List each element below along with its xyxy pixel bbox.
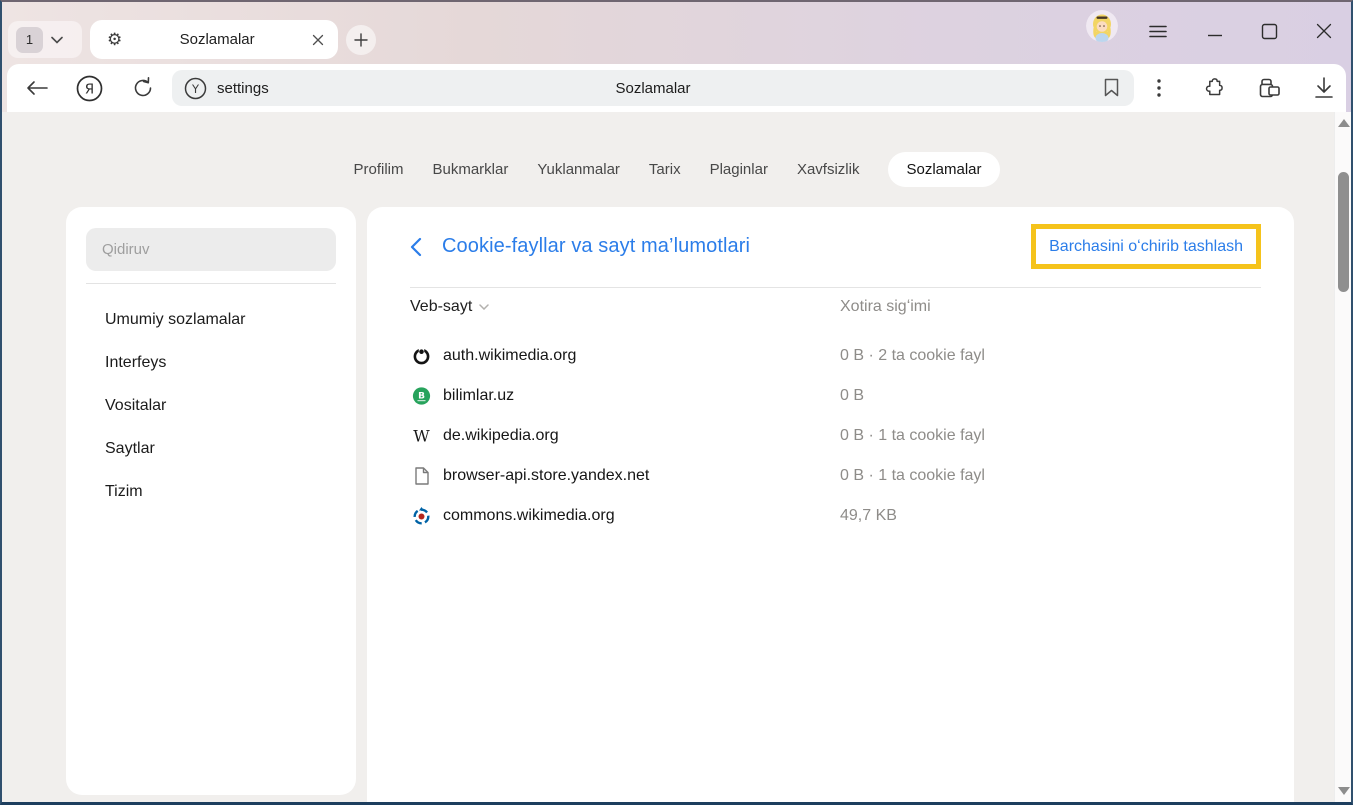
tab-list-chevron-icon[interactable] — [51, 36, 63, 44]
tab-profilim[interactable]: Profilim — [353, 152, 403, 187]
extensions-puzzle-icon[interactable] — [1192, 64, 1236, 112]
bookmark-icon[interactable] — [1103, 77, 1120, 98]
table-top-divider — [410, 287, 1261, 288]
tab-tarix[interactable]: Tarix — [649, 152, 681, 187]
column-size-label: Xotira sigʻimi — [840, 291, 931, 323]
url-text[interactable]: settings — [217, 80, 269, 97]
column-site-label: Veb-sayt — [410, 298, 472, 316]
column-site-sort[interactable]: Veb-sayt — [410, 291, 489, 323]
site-name: bilimlar.uz — [443, 387, 514, 405]
settings-page: Profilim Bukmarklar Yuklanmalar Tarix Pl… — [2, 112, 1351, 802]
sidebar-item-tizim[interactable]: Tizim — [66, 470, 356, 513]
tab-title: Sozlamalar — [122, 31, 312, 48]
cookies-panel: Cookie-fayllar va sayt ma’lumotlari Barc… — [367, 207, 1294, 802]
page-title: Cookie-fayllar va sayt ma’lumotlari — [442, 235, 750, 258]
settings-gear-icon: ⚙ — [107, 31, 122, 48]
site-size: 0 B · 2 ta cookie fayl — [840, 347, 985, 365]
tab-close-icon[interactable] — [312, 34, 324, 46]
site-size: 0 B — [840, 387, 864, 405]
back-button[interactable] — [15, 64, 59, 112]
table-row[interactable]: browser-api.store.yandex.net 0 B · 1 ta … — [367, 456, 1294, 496]
tab-counter[interactable]: 1 — [8, 21, 82, 58]
sort-chevron-icon — [479, 304, 489, 310]
sidebar-item-vositalar[interactable]: Vositalar — [66, 384, 356, 427]
site-name: auth.wikimedia.org — [443, 347, 576, 365]
svg-text:Y: Y — [191, 82, 200, 96]
table-row[interactable]: B bilimlar.uz 0 B — [367, 376, 1294, 416]
table-row[interactable]: auth.wikimedia.org 0 B · 2 ta cookie fay… — [367, 336, 1294, 376]
scroll-up-icon[interactable] — [1335, 116, 1352, 130]
table-header: Veb-sayt Xotira sigʻimi — [367, 291, 1294, 323]
commons-icon — [412, 507, 431, 526]
window-maximize-button[interactable] — [1252, 15, 1286, 47]
site-name: de.wikipedia.org — [443, 427, 559, 445]
site-size: 0 B · 1 ta cookie fayl — [840, 427, 985, 445]
downloads-icon[interactable] — [1302, 64, 1346, 112]
scrollbar-thumb[interactable] — [1338, 172, 1349, 292]
browser-menu-button[interactable] — [1141, 15, 1175, 47]
bilimlar-icon: B — [412, 387, 431, 406]
window-close-button[interactable] — [1307, 15, 1341, 47]
new-tab-button[interactable] — [346, 25, 376, 55]
page-scrollbar[interactable] — [1334, 112, 1351, 802]
tab-plaginlar[interactable]: Plaginlar — [710, 152, 768, 187]
reload-button[interactable] — [121, 64, 165, 112]
search-input[interactable] — [86, 228, 336, 271]
address-bar[interactable]: Y settings Sozlamalar — [172, 70, 1134, 106]
scroll-down-icon[interactable] — [1335, 784, 1352, 798]
active-browser-tab[interactable]: ⚙ Sozlamalar — [90, 20, 338, 59]
profile-avatar[interactable] — [1086, 10, 1118, 42]
table-row[interactable]: commons.wikimedia.org 49,7 KB — [367, 496, 1294, 536]
sidebar-items: Umumiy sozlamalar Interfeys Vositalar Sa… — [66, 298, 356, 513]
tab-sozlamalar[interactable]: Sozlamalar — [888, 152, 999, 187]
document-icon — [412, 467, 431, 486]
sidebar-item-saytlar[interactable]: Saytlar — [66, 427, 356, 470]
sidebar-item-interfeys[interactable]: Interfeys — [66, 341, 356, 384]
browser-window: 1 ⚙ Sozlamalar — [0, 0, 1353, 805]
wikipedia-icon: W — [412, 427, 431, 446]
tab-yuklanmalar[interactable]: Yuklanmalar — [537, 152, 620, 187]
site-size: 0 B · 1 ta cookie fayl — [840, 467, 985, 485]
clear-all-button[interactable]: Barchasini oʻchirib tashlash — [1031, 224, 1261, 269]
tab-count-badge[interactable]: 1 — [16, 27, 43, 53]
settings-nav-tabs: Profilim Bukmarklar Yuklanmalar Tarix Pl… — [2, 151, 1351, 188]
site-name: commons.wikimedia.org — [443, 507, 615, 525]
site-name: browser-api.store.yandex.net — [443, 467, 649, 485]
table-row[interactable]: W de.wikipedia.org 0 B · 1 ta cookie fay… — [367, 416, 1294, 456]
page-title-in-bar: Sozlamalar — [615, 80, 690, 97]
site-rows: auth.wikimedia.org 0 B · 2 ta cookie fay… — [367, 336, 1294, 536]
sidebar-divider — [86, 283, 336, 284]
settings-sidebar: Umumiy sozlamalar Interfeys Vositalar Sa… — [66, 207, 356, 795]
panel-header: Cookie-fayllar va sayt ma’lumotlari Barc… — [410, 224, 1261, 269]
passwords-key-icon[interactable] — [1247, 64, 1291, 112]
svg-text:Я: Я — [84, 81, 93, 97]
tab-bukmarklar[interactable]: Bukmarklar — [433, 152, 509, 187]
browser-toolbar: Я Y settings Sozlamalar — [7, 64, 1346, 112]
yandex-logo-icon[interactable]: Я — [67, 64, 111, 112]
wikimedia-icon — [412, 347, 431, 366]
sidebar-item-umumiy-sozlamalar[interactable]: Umumiy sozlamalar — [66, 298, 356, 341]
window-minimize-button[interactable] — [1198, 15, 1232, 47]
more-options-button[interactable] — [1137, 64, 1181, 112]
tab-xavfsizlik[interactable]: Xavfsizlik — [797, 152, 860, 187]
site-size: 49,7 KB — [840, 507, 897, 525]
back-chevron-icon[interactable] — [410, 237, 422, 257]
yandex-search-icon: Y — [184, 77, 207, 100]
